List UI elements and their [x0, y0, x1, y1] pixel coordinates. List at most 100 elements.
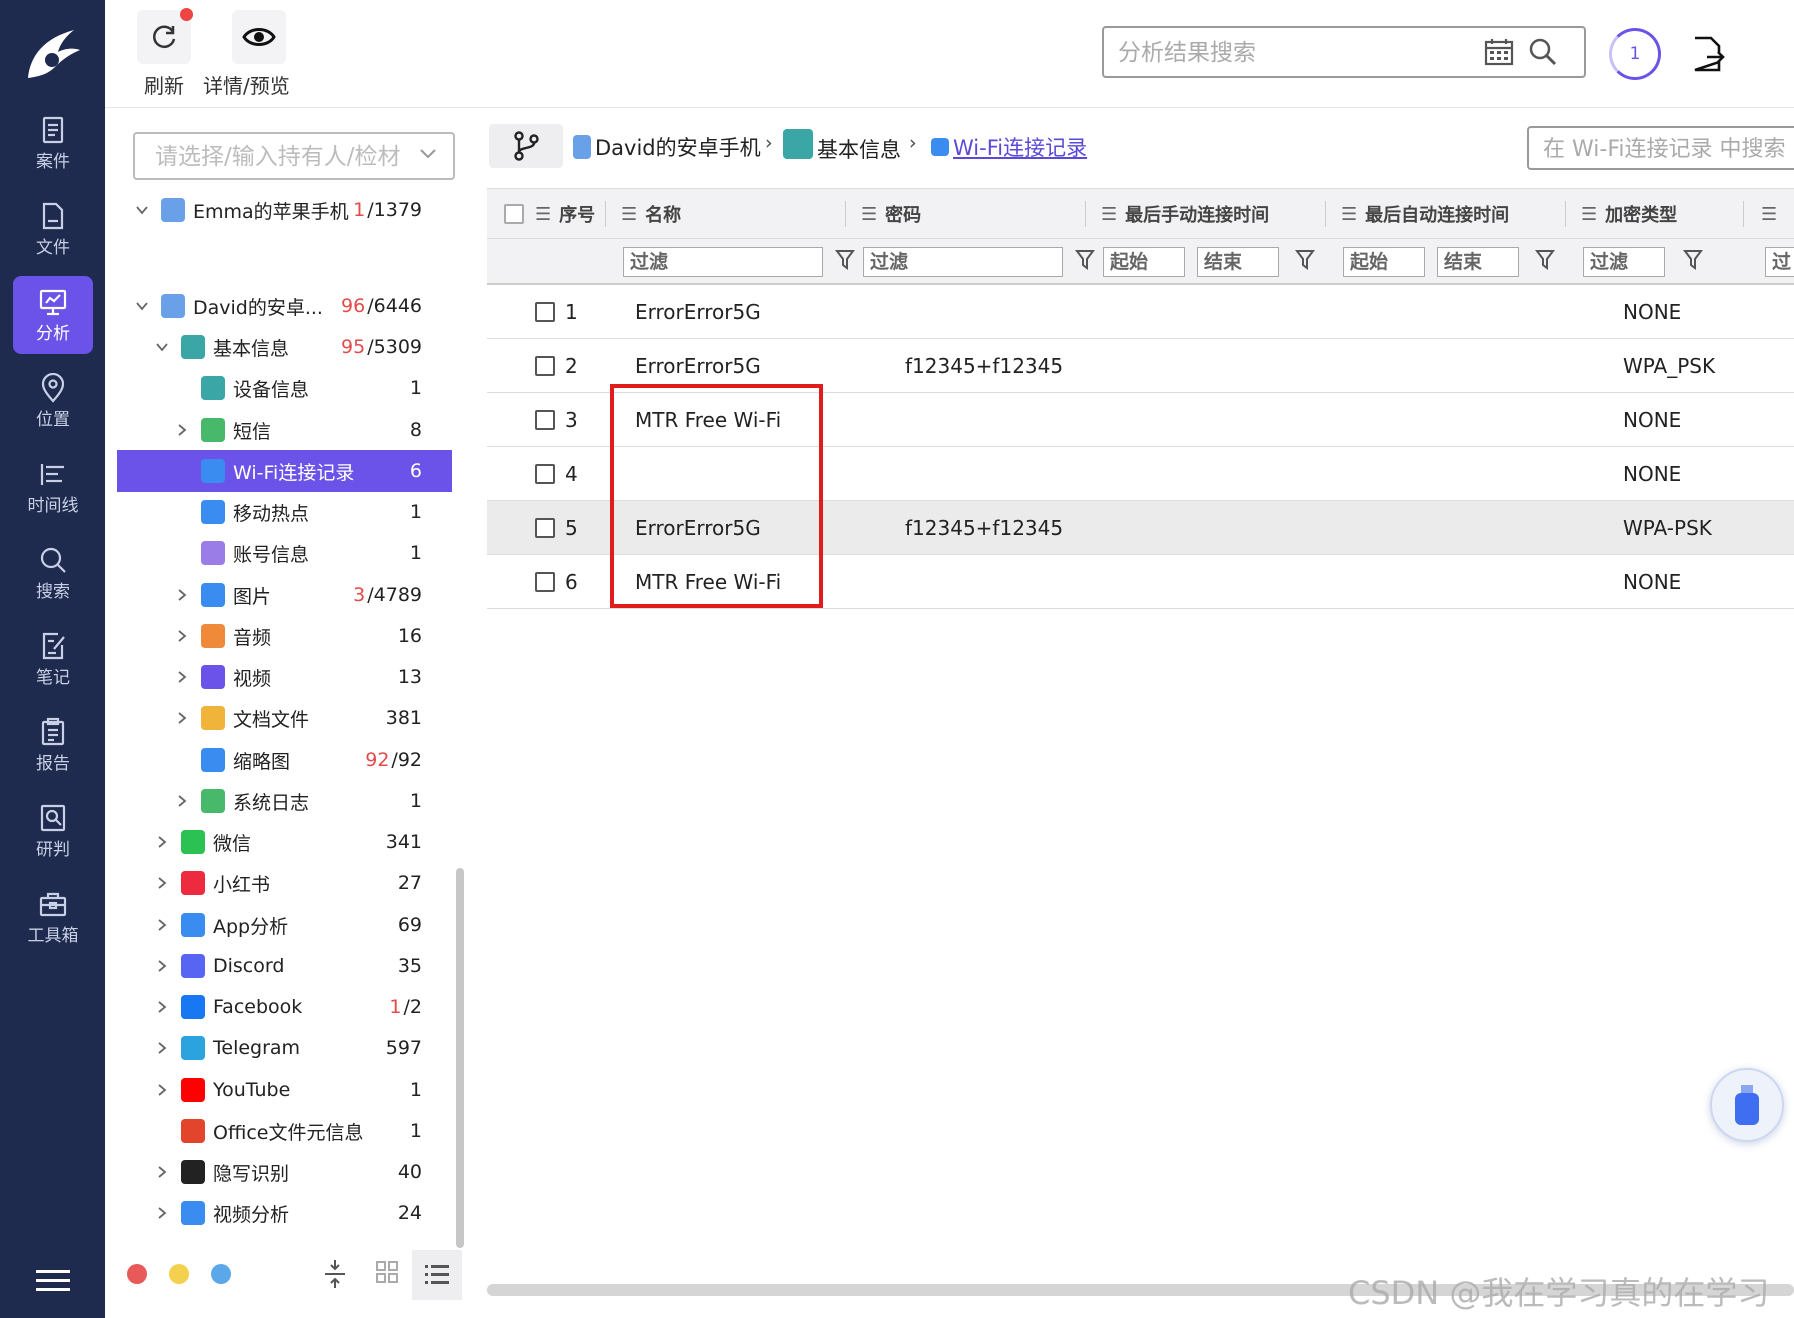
column-header-more[interactable]: ☰	[1761, 189, 1785, 239]
tree-item[interactable]: 基本信息 95/5309	[117, 326, 452, 368]
chevron-right-icon[interactable]	[175, 588, 189, 602]
tree-item[interactable]: 小红书 27	[117, 862, 452, 904]
table-row[interactable]: 1 ErrorError5G NONE	[487, 285, 1794, 339]
column-divider[interactable]	[1325, 201, 1326, 227]
rail-item-timeline[interactable]: 时间线	[13, 448, 93, 526]
list-view-button[interactable]	[412, 1250, 462, 1300]
column-header-id[interactable]: ☰ 序号	[535, 189, 595, 239]
chevron-right-icon[interactable]	[155, 1206, 169, 1220]
chevron-right-icon[interactable]	[155, 1083, 169, 1097]
more-filter-input[interactable]: 过滤	[1765, 247, 1794, 277]
tree-item[interactable]: Telegram 597	[117, 1027, 452, 1069]
rail-item-location[interactable]: 位置	[13, 362, 93, 440]
tree-item[interactable]: 隐写识别 40	[117, 1151, 452, 1193]
column-divider[interactable]	[1565, 201, 1566, 227]
filter-icon[interactable]	[1075, 249, 1095, 271]
column-menu-icon[interactable]: ☰	[1101, 204, 1117, 225]
column-divider[interactable]	[605, 201, 606, 227]
column-divider[interactable]	[1085, 201, 1086, 227]
table-search-input[interactable]	[1543, 134, 1794, 164]
rail-item-notes[interactable]: 笔记	[13, 620, 93, 698]
holder-select[interactable]	[133, 132, 455, 180]
filter-icon[interactable]	[1683, 249, 1703, 271]
tree-item[interactable]: 账号信息 1	[117, 532, 452, 574]
branch-button[interactable]	[489, 124, 563, 168]
tree-item[interactable]: App分析 69	[117, 904, 452, 946]
column-menu-icon[interactable]: ☰	[535, 204, 551, 225]
select-all-checkbox[interactable]	[504, 204, 524, 224]
name-filter-input[interactable]: 过滤	[623, 247, 823, 277]
tree-item[interactable]: YouTube 1	[117, 1069, 452, 1111]
chevron-right-icon[interactable]	[155, 876, 169, 890]
manual-time-end-input[interactable]: 结束	[1197, 247, 1279, 277]
holder-select-input[interactable]	[155, 142, 415, 172]
auto-time-start-input[interactable]: 起始	[1343, 247, 1425, 277]
rail-item-report[interactable]: 报告	[13, 706, 93, 784]
chevron-down-icon[interactable]	[155, 340, 169, 354]
breadcrumb-device[interactable]: David的安卓手机	[573, 132, 761, 162]
usb-device-button[interactable]	[1710, 1068, 1784, 1142]
manual-time-start-input[interactable]: 起始	[1103, 247, 1185, 277]
tree-item[interactable]: 缩略图 92/92	[117, 739, 452, 781]
row-checkbox[interactable]	[535, 356, 555, 376]
row-checkbox[interactable]	[535, 410, 555, 430]
auto-time-end-input[interactable]: 结束	[1437, 247, 1519, 277]
table-row[interactable]: 6 MTR Free Wi-Fi NONE	[487, 555, 1794, 609]
calendar-icon[interactable]	[1484, 38, 1514, 66]
column-header-password[interactable]: ☰ 密码	[861, 189, 921, 239]
chevron-right-icon[interactable]	[155, 1041, 169, 1055]
chevron-right-icon[interactable]	[155, 959, 169, 973]
rail-item-file[interactable]: 文件	[13, 190, 93, 268]
encryption-filter-input[interactable]: 过滤	[1583, 247, 1665, 277]
collapse-all-icon[interactable]	[323, 1258, 347, 1290]
rail-item-analysis[interactable]: 分析	[13, 276, 93, 354]
blue-dot-icon[interactable]	[211, 1264, 231, 1284]
tree-item[interactable]: Wi-Fi连接记录 6	[117, 450, 452, 492]
chevron-right-icon[interactable]	[175, 794, 189, 808]
chevron-right-icon[interactable]	[155, 1000, 169, 1014]
tree-item[interactable]: 文档文件 381	[117, 697, 452, 739]
column-header-name[interactable]: ☰ 名称	[621, 189, 681, 239]
table-row[interactable]: 4 NONE	[487, 447, 1794, 501]
filter-icon[interactable]	[1535, 249, 1555, 271]
tree-item[interactable]: Facebook 1/2	[117, 986, 452, 1028]
column-divider[interactable]	[1743, 201, 1744, 227]
rail-item-toolbox[interactable]: 工具箱	[13, 878, 93, 956]
preview-button[interactable]: 详情/预览	[203, 10, 290, 99]
chevron-down-icon[interactable]	[135, 203, 149, 217]
tree-scrollbar[interactable]	[456, 868, 464, 1248]
tree-item[interactable]: 移动热点 1	[117, 491, 452, 533]
column-menu-icon[interactable]: ☰	[1761, 204, 1777, 225]
menu-icon[interactable]	[36, 1268, 70, 1294]
filter-icon[interactable]	[1295, 249, 1315, 271]
rail-item-search[interactable]: 搜索	[13, 534, 93, 612]
tree-item[interactable]: 短信 8	[117, 409, 452, 451]
red-dot-icon[interactable]	[127, 1264, 147, 1284]
chevron-right-icon[interactable]	[175, 670, 189, 684]
export-icon[interactable]	[1687, 34, 1727, 74]
chevron-right-icon[interactable]	[175, 423, 189, 437]
tree-item[interactable]: 视频分析 24	[117, 1192, 452, 1234]
chevron-right-icon[interactable]	[155, 918, 169, 932]
row-checkbox[interactable]	[535, 464, 555, 484]
column-header-manual-time[interactable]: ☰ 最后手动连接时间	[1101, 189, 1269, 239]
column-menu-icon[interactable]: ☰	[1341, 204, 1357, 225]
search-icon[interactable]	[1528, 37, 1558, 67]
chevron-right-icon[interactable]	[155, 835, 169, 849]
column-menu-icon[interactable]: ☰	[861, 204, 877, 225]
column-header-auto-time[interactable]: ☰ 最后自动连接时间	[1341, 189, 1509, 239]
password-filter-input[interactable]: 过滤	[863, 247, 1063, 277]
tree-item[interactable]: 设备信息 1	[117, 367, 452, 409]
tree-item[interactable]: 视频 13	[117, 656, 452, 698]
task-progress-indicator[interactable]: 1	[1609, 28, 1661, 80]
tree-item[interactable]: David的安卓... 96/6446	[117, 285, 452, 327]
tree-item[interactable]: Discord 35	[117, 945, 452, 987]
refresh-button[interactable]: 刷新	[137, 8, 193, 99]
grid-view-icon[interactable]	[375, 1260, 399, 1284]
chevron-right-icon[interactable]	[155, 1165, 169, 1179]
tree-item[interactable]: Office文件元信息 1	[117, 1110, 452, 1152]
column-menu-icon[interactable]: ☰	[1581, 204, 1597, 225]
global-search-input[interactable]	[1118, 36, 1478, 70]
filter-icon[interactable]	[835, 249, 855, 271]
column-divider[interactable]	[845, 201, 846, 227]
